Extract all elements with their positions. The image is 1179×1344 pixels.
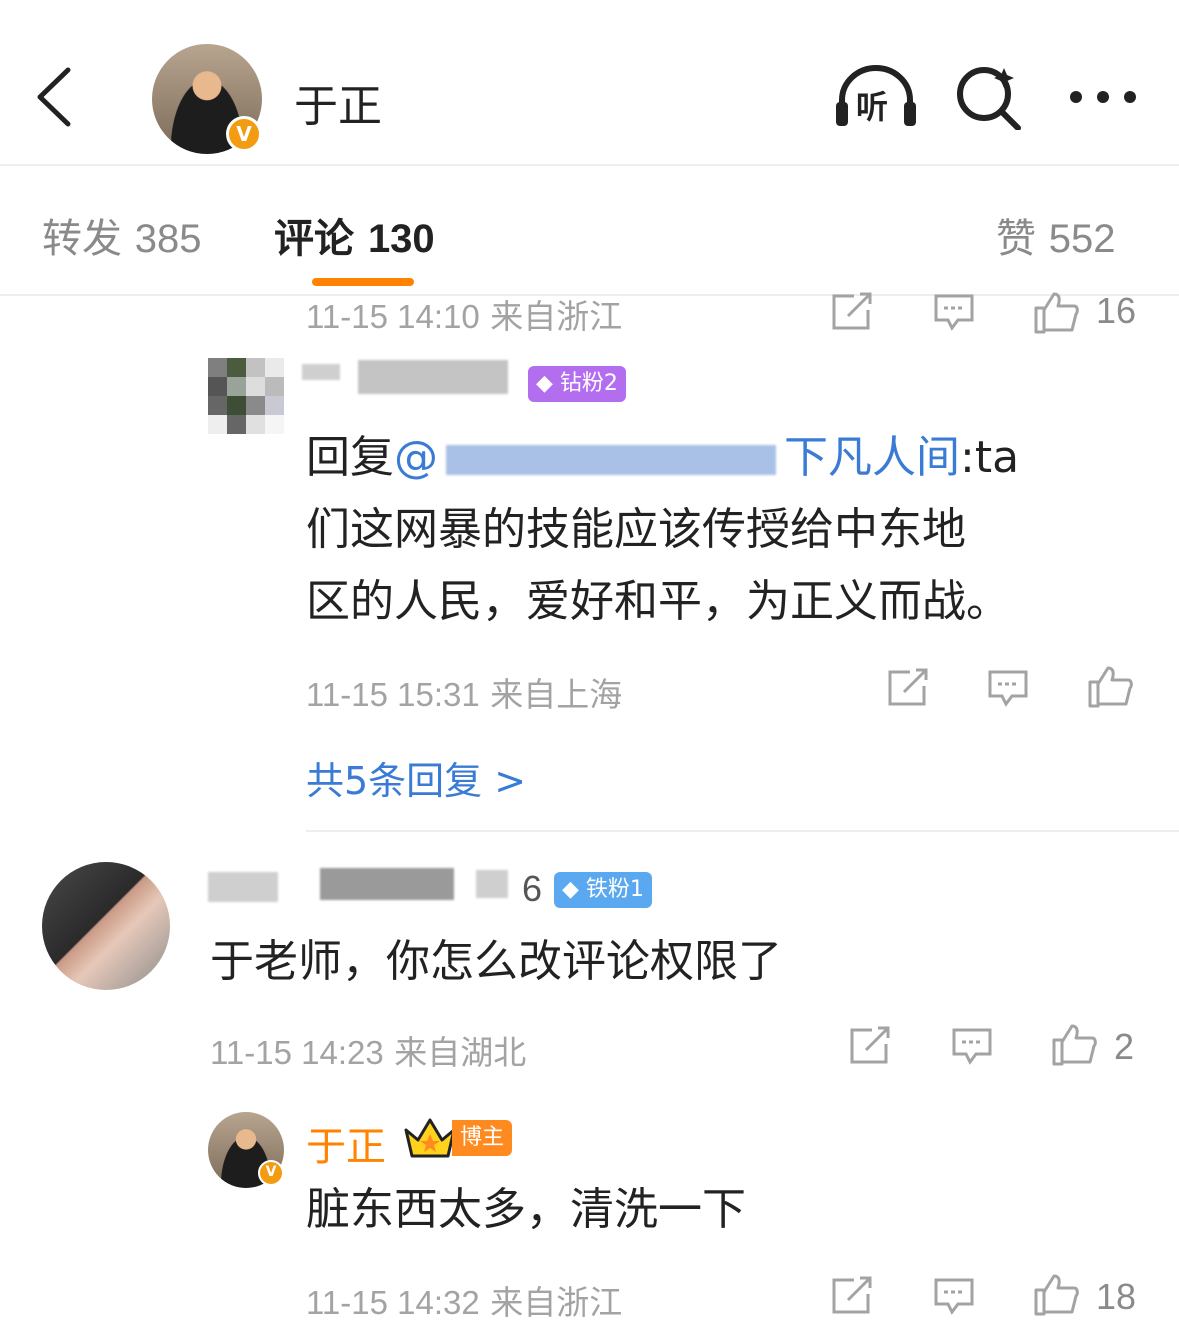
like-icon[interactable] xyxy=(1086,664,1134,708)
page-title: 于正 xyxy=(294,81,382,132)
tab-active-indicator xyxy=(312,278,414,286)
listen-icon[interactable]: 听 xyxy=(834,64,918,130)
comment-text: 于老师，你怎么改评论权限了 xyxy=(210,936,782,987)
tab-like[interactable]: 赞 552 xyxy=(996,206,1115,264)
comment-meta: 11-15 14:10 来自浙江 xyxy=(306,297,623,336)
share-icon[interactable] xyxy=(830,1276,874,1316)
comment-icon[interactable] xyxy=(950,1026,994,1066)
avatar[interactable] xyxy=(42,862,170,990)
username-redacted xyxy=(476,870,508,898)
comment-icon[interactable] xyxy=(932,1276,976,1316)
like-count: 16 xyxy=(1096,290,1137,331)
tab-comment[interactable]: 评论 130 xyxy=(274,206,435,264)
fan-badge: ◆ 铁粉1 xyxy=(554,872,652,908)
username-redacted xyxy=(302,364,340,380)
more-icon[interactable] xyxy=(1068,84,1138,110)
crown-icon xyxy=(404,1118,456,1158)
share-icon[interactable] xyxy=(848,1026,892,1066)
comment-meta: 11-15 14:32 来自浙江 xyxy=(306,1283,623,1322)
comment-divider xyxy=(306,830,1179,832)
verify-badge: V xyxy=(258,1160,284,1186)
like-count: 18 xyxy=(1096,1276,1137,1317)
like-icon[interactable] xyxy=(1032,1272,1080,1316)
diamond-icon: ◆ xyxy=(536,371,553,396)
mention-link[interactable]: @ 下凡人间 xyxy=(394,432,960,483)
search-icon[interactable] xyxy=(956,64,1022,130)
username-redacted xyxy=(208,872,278,902)
tab-repost[interactable]: 转发 385 xyxy=(42,206,201,264)
share-icon[interactable] xyxy=(886,668,930,708)
comment-icon[interactable] xyxy=(986,668,1030,708)
host-badge: 博主 xyxy=(452,1120,513,1156)
diamond-icon: ◆ xyxy=(562,877,579,902)
reply-text: 回复@ 下凡人间:ta 们这网暴的技能应该传授给中东地 区的人民，爱好和平，为正义… xyxy=(306,432,1020,627)
username-redacted xyxy=(358,360,508,394)
comment-author-name[interactable]: 于正 xyxy=(306,1114,386,1172)
share-icon[interactable] xyxy=(830,292,874,332)
username-tail: 6 xyxy=(522,868,543,909)
more-replies-link[interactable]: 共5条回复 > xyxy=(306,750,526,805)
reply-text: 脏东西太多，清洗一下 xyxy=(306,1184,746,1235)
comment-meta: 11-15 15:31 来自上海 xyxy=(306,675,623,714)
listen-label: 听 xyxy=(856,88,889,126)
like-icon[interactable] xyxy=(1032,290,1080,334)
fan-badge: ◆ 钻粉2 xyxy=(528,366,626,402)
username-redacted xyxy=(320,868,454,900)
comment-icon[interactable] xyxy=(932,292,976,332)
header-divider xyxy=(0,164,1179,166)
like-icon[interactable] xyxy=(1050,1022,1098,1066)
like-count: 2 xyxy=(1114,1026,1135,1067)
avatar[interactable] xyxy=(208,358,284,434)
verify-badge: V xyxy=(226,116,262,152)
back-icon[interactable] xyxy=(30,62,80,132)
comment-meta: 11-15 14:23 来自湖北 xyxy=(210,1033,527,1072)
